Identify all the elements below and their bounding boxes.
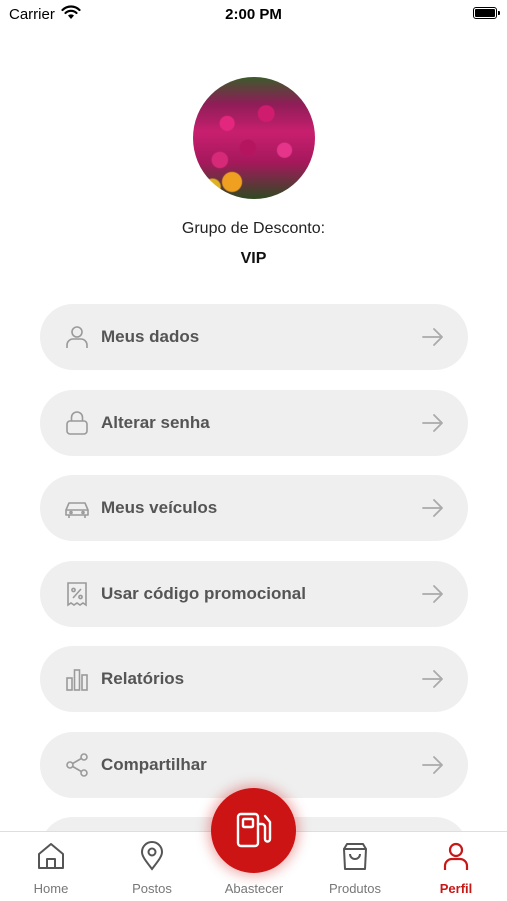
arrow-right-icon [422,670,443,688]
menu-item-meus-veiculos[interactable]: Meus veículos [40,475,468,541]
home-icon [38,843,64,869]
avatar[interactable] [193,77,315,199]
arrow-right-icon [422,756,443,774]
arrow-right-icon [422,328,443,346]
discount-group-label: Grupo de Desconto: [181,220,326,237]
menu-item-label: Alterar senha [101,413,210,432]
coupon-percent-icon [67,582,87,607]
status-time: 2:00 PM [225,6,282,23]
lock-icon [66,411,88,435]
shopping-bag-icon [343,843,367,870]
tab-label: Produtos [328,881,382,896]
menu-item-label: Meus veículos [101,498,218,517]
location-pin-icon [140,841,164,871]
fuel-fab-button[interactable] [211,788,296,873]
tab-postos[interactable]: Postos [101,832,203,901]
arrow-right-icon [422,585,443,603]
menu-item-label: Usar código promocional [101,584,306,603]
fuel-pump-icon [236,812,272,848]
discount-group-value: VIP [240,250,267,267]
user-icon [66,326,88,348]
car-icon [65,502,89,518]
tab-label: Abastecer [224,881,284,896]
tab-label: Perfil [439,881,473,896]
status-bar: Carrier 2:00 PM [0,0,507,30]
tab-produtos[interactable]: Produtos [304,832,406,901]
arrow-right-icon [422,499,443,517]
menu-item-label: Compartilhar [101,755,207,774]
arrow-right-icon [422,414,443,432]
menu-item-meus-dados[interactable]: Meus dados [40,304,468,370]
menu-item-label: Meus dados [101,327,200,346]
battery-icon [473,7,500,19]
tab-label: Postos [132,881,172,896]
menu-item-codigo-promocional[interactable]: Usar código promocional [40,561,468,627]
tab-home[interactable]: Home [0,832,102,901]
bar-chart-icon [66,669,88,691]
tab-label: Home [33,881,69,896]
tab-perfil[interactable]: Perfil [405,832,507,901]
menu-item-alterar-senha[interactable]: Alterar senha [40,390,468,456]
menu-item-label: Relatórios [101,669,185,688]
menu-item-relatorios[interactable]: Relatórios [40,646,468,712]
share-icon [66,753,88,777]
user-icon [443,842,469,870]
